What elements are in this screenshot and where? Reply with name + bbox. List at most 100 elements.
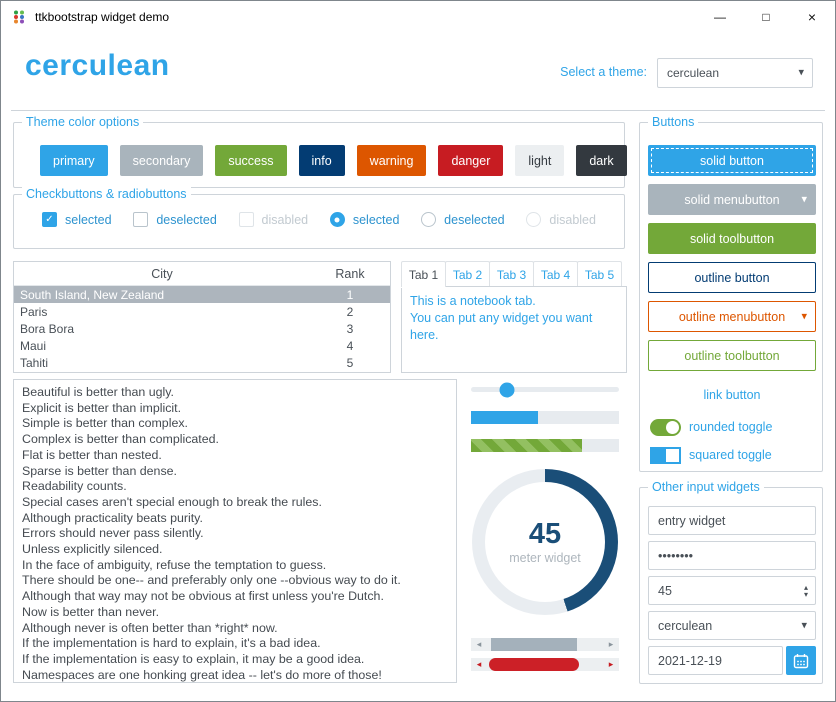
text-line: Unless explicitly silenced. <box>22 542 456 558</box>
cell-rank: 4 <box>310 339 390 353</box>
text-line: There should be one-- and preferably onl… <box>22 573 456 589</box>
theme-name-combobox[interactable]: cerculean ▾ <box>648 611 816 640</box>
chevron-down-icon: ▾ <box>801 620 807 631</box>
success-button[interactable]: success <box>215 145 286 176</box>
theme-combobox[interactable]: cerculean ▾ <box>657 58 813 88</box>
outline-menubutton[interactable]: outline menubutton ▾ <box>648 301 816 332</box>
radio-deselected-icon <box>421 212 436 227</box>
radio-selected[interactable]: selected <box>330 212 400 227</box>
solid-menubutton[interactable]: solid menubutton ▾ <box>648 184 816 215</box>
table-row[interactable]: Paris 2 <box>14 303 390 320</box>
danger-button[interactable]: danger <box>438 145 503 176</box>
notebook-panel: This is a notebook tab. You can put any … <box>401 286 627 373</box>
text-line: Although never is often better than *rig… <box>22 621 456 637</box>
cell-city: Paris <box>14 305 310 319</box>
tab-2[interactable]: Tab 2 <box>445 261 490 287</box>
meter-value: 45 <box>529 519 561 549</box>
scale-slider[interactable] <box>471 387 619 392</box>
calendar-icon <box>793 653 809 669</box>
text-line: If the implementation is hard to explain… <box>22 636 456 652</box>
table-row[interactable]: Bora Bora 3 <box>14 320 390 337</box>
scroll-left-icon[interactable]: ◂ <box>473 638 485 651</box>
scroll-right-icon[interactable]: ▸ <box>605 638 617 651</box>
checkbox-deselected[interactable]: deselected <box>133 212 216 227</box>
chevron-down-icon: ▾ <box>801 311 807 322</box>
text-line: Special cases aren't special enough to b… <box>22 495 456 511</box>
text-line: Flat is better than nested. <box>22 448 456 464</box>
scrollbar-thumb[interactable] <box>491 638 577 651</box>
scrollbar-danger[interactable]: ◂ ▸ <box>471 658 619 671</box>
progressbar-striped-fill <box>471 439 582 452</box>
notebook-text-line1: This is a notebook tab. <box>410 293 618 310</box>
text-line: Although that way may not be obvious at … <box>22 589 456 605</box>
entry-widget[interactable]: entry widget <box>648 506 816 535</box>
outline-toolbutton[interactable]: outline toolbutton <box>648 340 816 371</box>
check-radio-frame: Checkbuttons & radiobuttons ✓ selected d… <box>13 194 625 249</box>
checkbox-selected[interactable]: ✓ selected <box>42 212 112 227</box>
squared-toggle[interactable]: squared toggle <box>650 444 814 466</box>
tab-5[interactable]: Tab 5 <box>577 261 622 287</box>
calendar-button[interactable] <box>786 646 816 675</box>
tab-1[interactable]: Tab 1 <box>401 261 446 287</box>
solid-button[interactable]: solid button <box>648 145 816 176</box>
solid-toolbutton[interactable]: solid toolbutton <box>648 223 816 254</box>
other-inputs-legend: Other input widgets <box>648 480 764 494</box>
header-separator <box>11 110 825 111</box>
table-header[interactable]: City Rank <box>14 262 390 286</box>
scroll-left-icon[interactable]: ◂ <box>473 658 485 671</box>
text-line: Errors should never pass silently. <box>22 526 456 542</box>
text-line: In the face of ambiguity, refuse the tem… <box>22 558 456 574</box>
password-value: •••••••• <box>658 549 693 563</box>
password-field[interactable]: •••••••• <box>648 541 816 570</box>
light-button[interactable]: light <box>515 145 564 176</box>
slider-handle[interactable] <box>499 382 514 397</box>
cell-city: Maui <box>14 339 310 353</box>
column-header-city[interactable]: City <box>14 267 310 281</box>
maximize-button[interactable]: □ <box>743 1 789 33</box>
outline-button[interactable]: outline button <box>648 262 816 293</box>
primary-button[interactable]: primary <box>40 145 108 176</box>
link-button[interactable]: link button <box>648 379 816 410</box>
table-row[interactable]: Maui 4 <box>14 337 390 354</box>
checkbox-deselected-label: deselected <box>156 213 216 227</box>
theme-color-options-legend: Theme color options <box>22 115 143 129</box>
date-entry[interactable]: 2021-12-19 <box>648 646 783 675</box>
scrollbar-secondary[interactable]: ◂ ▸ <box>471 638 619 651</box>
close-button[interactable]: × <box>789 1 835 33</box>
tab-3[interactable]: Tab 3 <box>489 261 534 287</box>
squared-toggle-icon[interactable] <box>650 447 681 464</box>
rounded-toggle[interactable]: rounded toggle <box>650 416 814 438</box>
theme-color-options-frame: Theme color options primary secondary su… <box>13 122 625 188</box>
date-value: 2021-12-19 <box>658 654 722 668</box>
cell-rank: 3 <box>310 322 390 336</box>
radio-deselected[interactable]: deselected <box>421 212 504 227</box>
info-button[interactable]: info <box>299 145 345 176</box>
meter-label: meter widget <box>509 551 581 565</box>
warning-button[interactable]: warning <box>357 145 427 176</box>
cell-rank: 2 <box>310 305 390 319</box>
table-row[interactable]: Tahiti 5 <box>14 354 390 371</box>
spinbox-arrows-icon[interactable]: ▴ ▾ <box>804 584 808 598</box>
column-header-rank[interactable]: Rank <box>310 267 390 281</box>
spin-down-icon[interactable]: ▾ <box>804 591 808 598</box>
table-row[interactable]: South Island, New Zealand 1 <box>14 286 390 303</box>
notebook: Tab 1 Tab 2 Tab 3 Tab 4 Tab 5 This is a … <box>401 261 627 373</box>
scroll-right-icon[interactable]: ▸ <box>605 658 617 671</box>
text-line: Although practicality beats purity. <box>22 511 456 527</box>
rounded-toggle-icon[interactable] <box>650 419 681 436</box>
spinbox[interactable]: 45 ▴ ▾ <box>648 576 816 605</box>
cell-rank: 1 <box>310 288 390 302</box>
secondary-button[interactable]: secondary <box>120 145 204 176</box>
radio-disabled: disabled <box>526 212 596 227</box>
dark-button[interactable]: dark <box>576 145 626 176</box>
cell-rank: 5 <box>310 356 390 370</box>
widgets-column: 45 meter widget ◂ ▸ ◂ ▸ <box>471 379 619 679</box>
spinbox-value: 45 <box>658 584 672 598</box>
scrollbar-thumb[interactable] <box>489 658 579 671</box>
zen-text-widget[interactable]: Beautiful is better than ugly. Explicit … <box>13 379 457 683</box>
minimize-button[interactable]: — <box>697 1 743 33</box>
window-title: ttkbootstrap widget demo <box>35 10 169 24</box>
progressbar-solid-fill <box>471 411 538 424</box>
radio-selected-label: selected <box>353 213 400 227</box>
tab-4[interactable]: Tab 4 <box>533 261 578 287</box>
